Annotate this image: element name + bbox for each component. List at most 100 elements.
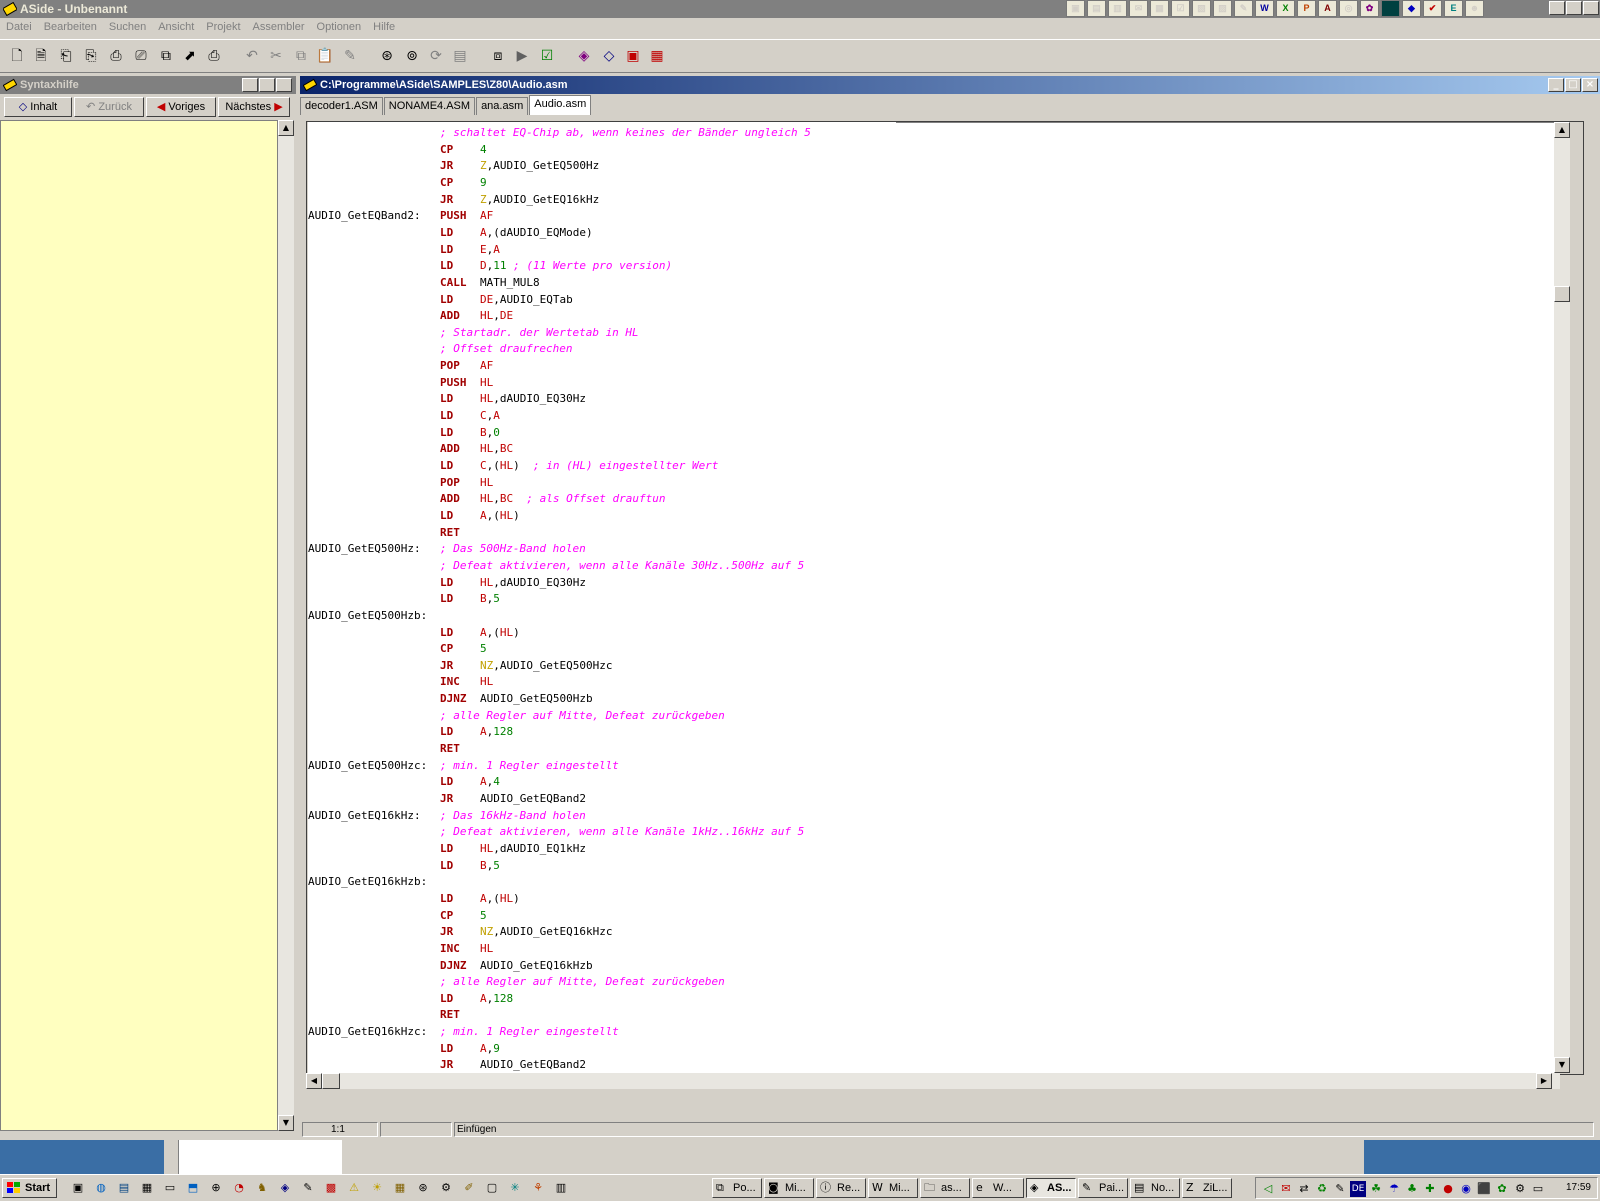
code-line[interactable]: INC HL	[308, 940, 896, 957]
quick-launch-icon[interactable]: ▭	[162, 1180, 178, 1196]
project-icon[interactable]: ⧈	[489, 47, 507, 65]
shortcut-icon[interactable]: ▧	[1192, 0, 1211, 17]
code-line[interactable]: LD C,(HL) ; in (HL) eingestellter Wert	[308, 457, 896, 474]
code-line[interactable]: LD HL,dAUDIO_EQ30Hz	[308, 574, 896, 591]
code-line[interactable]: LD HL,dAUDIO_EQ30Hz	[308, 390, 896, 407]
quick-launch-icon[interactable]: ⬒	[185, 1180, 201, 1196]
quick-launch-icon[interactable]: ✎	[300, 1180, 316, 1196]
code-line[interactable]: LD B,5	[308, 590, 896, 607]
tray-app-icon[interactable]: ♻	[1314, 1181, 1330, 1197]
taskbar-button[interactable]: ⧉ Po...	[712, 1178, 762, 1198]
code-line[interactable]: LD A,(HL)	[308, 624, 896, 641]
powerpoint-icon[interactable]: P	[1297, 0, 1316, 17]
close-icon[interactable]: ×	[1582, 78, 1598, 92]
shortcut-icon[interactable]: ▤	[1087, 0, 1106, 17]
tray-app-icon[interactable]: ☂	[1386, 1181, 1402, 1197]
shortcut-icon[interactable]: ▣	[1066, 0, 1085, 17]
minimize-icon[interactable]: _	[1549, 1, 1565, 15]
assemble-icon[interactable]: ☑	[538, 47, 556, 65]
code-line[interactable]: LD DE,AUDIO_EQTab	[308, 291, 896, 308]
quick-launch-icon[interactable]: ▣	[70, 1180, 86, 1196]
find-icon[interactable]: ⊛	[378, 47, 396, 65]
quick-launch-icon[interactable]: ▢	[484, 1180, 500, 1196]
code-line[interactable]: LD B,5	[308, 857, 896, 874]
editor-vertical-scrollbar[interactable]: ▲ ▼	[1554, 122, 1570, 1073]
code-line[interactable]: LD A,128	[308, 723, 896, 740]
code-line[interactable]: INC HL	[308, 673, 896, 690]
code-line[interactable]: CP 9	[308, 174, 896, 191]
code-line[interactable]: AUDIO_GetEQ500Hz: ; Das 500Hz-Band holen	[308, 540, 896, 557]
code-line[interactable]: LD C,A	[308, 407, 896, 424]
maximize-icon[interactable]: □	[1565, 78, 1581, 92]
code-line[interactable]: AUDIO_GetEQ16kHz: ; Das 16kHz-Band holen	[308, 807, 896, 824]
quick-launch-icon[interactable]: ▩	[323, 1180, 339, 1196]
code-line[interactable]: RET	[308, 524, 896, 541]
open-folder-icon[interactable]: ⎘	[82, 47, 100, 65]
edit-icon[interactable]: ✎	[341, 47, 359, 65]
quick-launch-icon[interactable]: ⊛	[415, 1180, 431, 1196]
quick-launch-icon[interactable]: ◈	[277, 1180, 293, 1196]
tray-app-icon[interactable]: ✚	[1422, 1181, 1438, 1197]
tray-app-icon[interactable]: ☘	[1368, 1181, 1384, 1197]
access-icon[interactable]: A	[1318, 0, 1337, 17]
shortcut-icon[interactable]: ◆	[1402, 0, 1421, 17]
help-search-icon[interactable]: ▦	[648, 47, 666, 65]
stop-icon[interactable]: ●	[1440, 1181, 1456, 1197]
taskbar-button[interactable]: W Mi...	[868, 1178, 918, 1198]
code-line[interactable]: AUDIO_GetEQ16kHzb:	[308, 873, 896, 890]
syntax-vertical-scrollbar[interactable]: ▲ ▼	[278, 120, 294, 1131]
find-next-icon[interactable]: ⊚	[403, 47, 421, 65]
taskbar-button[interactable]: ◈ AS...	[1026, 1178, 1076, 1198]
tray-app-icon[interactable]: ✿	[1494, 1181, 1510, 1197]
scroll-down-icon[interactable]: ▼	[1554, 1057, 1570, 1073]
tab-ana[interactable]: ana.asm	[476, 97, 529, 115]
network-icon[interactable]: ⇄	[1296, 1181, 1312, 1197]
tray-app-icon[interactable]: ▭	[1530, 1181, 1546, 1197]
quick-launch-icon[interactable]: ▦	[392, 1180, 408, 1196]
code-line[interactable]: LD A,4	[308, 773, 896, 790]
editor-horizontal-scrollbar[interactable]: ◀ ▶	[306, 1073, 1560, 1089]
code-line[interactable]: LD E,A	[308, 241, 896, 258]
run-icon[interactable]: ▶	[513, 47, 531, 65]
task-icon[interactable]: ☑	[1171, 0, 1190, 17]
copy-icon[interactable]: ⧉	[292, 47, 310, 65]
voriges-button[interactable]: ◀ Voriges	[146, 97, 216, 117]
menu-datei[interactable]: Datei	[0, 19, 38, 37]
quick-launch-icon[interactable]: ✐	[461, 1180, 477, 1196]
shortcut-icon[interactable]: E	[1444, 0, 1463, 17]
code-line[interactable]: ; Defeat aktivieren, wenn alle Kanäle 30…	[308, 557, 896, 574]
code-line[interactable]: ADD HL,BC ; als Offset drauftun	[308, 490, 896, 507]
shortcut-icon[interactable]: ✿	[1360, 0, 1379, 17]
menu-optionen[interactable]: Optionen	[311, 19, 368, 37]
tray-app-icon[interactable]: ♣	[1404, 1181, 1420, 1197]
monitor-icon[interactable]	[1381, 0, 1400, 17]
code-line[interactable]: POP HL	[308, 474, 896, 491]
menu-suchen[interactable]: Suchen	[103, 19, 152, 37]
code-line[interactable]: PUSH HL	[308, 374, 896, 391]
code-line[interactable]: AUDIO_GetEQ500Hzc: ; min. 1 Regler einges…	[308, 757, 896, 774]
minimize-icon[interactable]: _	[242, 78, 258, 92]
shortcut-icon[interactable]: ▦	[1150, 0, 1169, 17]
code-line[interactable]: AUDIO_GetEQBand2: PUSH AF	[308, 207, 896, 224]
menu-assembler[interactable]: Assembler	[247, 19, 311, 37]
taskbar-button[interactable]: ⓘ Re...	[816, 1178, 866, 1198]
code-line[interactable]: LD A,(dAUDIO_EQMode)	[308, 224, 896, 241]
quick-launch-icon[interactable]: ⚠	[346, 1180, 362, 1196]
zurueck-button[interactable]: ↶ Zurück	[74, 97, 144, 117]
shortcut-icon[interactable]: ▥	[1108, 0, 1127, 17]
quick-launch-icon[interactable]: ◍	[93, 1180, 109, 1196]
code-line[interactable]: ; Startadr. der Wertetab in HL	[308, 324, 896, 341]
word-icon[interactable]: W	[1255, 0, 1274, 17]
tab-audio[interactable]: Audio.asm	[529, 95, 592, 115]
quick-launch-icon[interactable]: ⚙	[438, 1180, 454, 1196]
taskbar-button[interactable]: ✎ Pai...	[1078, 1178, 1128, 1198]
code-line[interactable]: LD D,11 ; (11 Werte pro version)	[308, 257, 896, 274]
code-line[interactable]: CP 5	[308, 640, 896, 657]
menu-bearbeiten[interactable]: Bearbeiten	[38, 19, 103, 37]
taskbar-button[interactable]: ◙ Mi...	[764, 1178, 814, 1198]
code-line[interactable]: AUDIO_GetEQ16kHzc: ; min. 1 Regler einges…	[308, 1023, 896, 1040]
naechstes-button[interactable]: Nächstes ▶	[218, 97, 290, 117]
scroll-up-icon[interactable]: ▲	[1554, 122, 1570, 138]
code-line[interactable]: ; schaltet EQ-Chip ab, wenn keines der B…	[308, 124, 896, 141]
close-icon[interactable]: ×	[276, 78, 292, 92]
